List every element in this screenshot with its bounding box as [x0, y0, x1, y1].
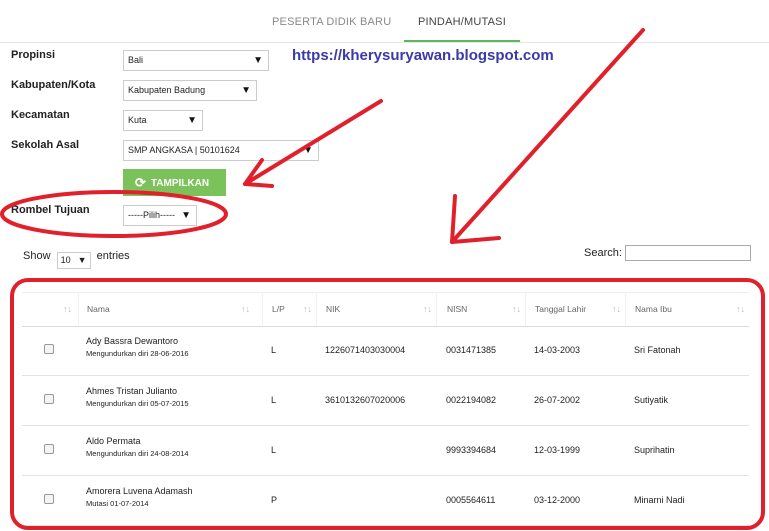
red-annotation-overlay: [0, 28, 765, 530]
annotation-ellipse: [0, 190, 228, 238]
annotation-arrow: [243, 99, 383, 186]
annotation-rectangle: [10, 278, 765, 530]
annotation-arrow: [450, 28, 645, 244]
